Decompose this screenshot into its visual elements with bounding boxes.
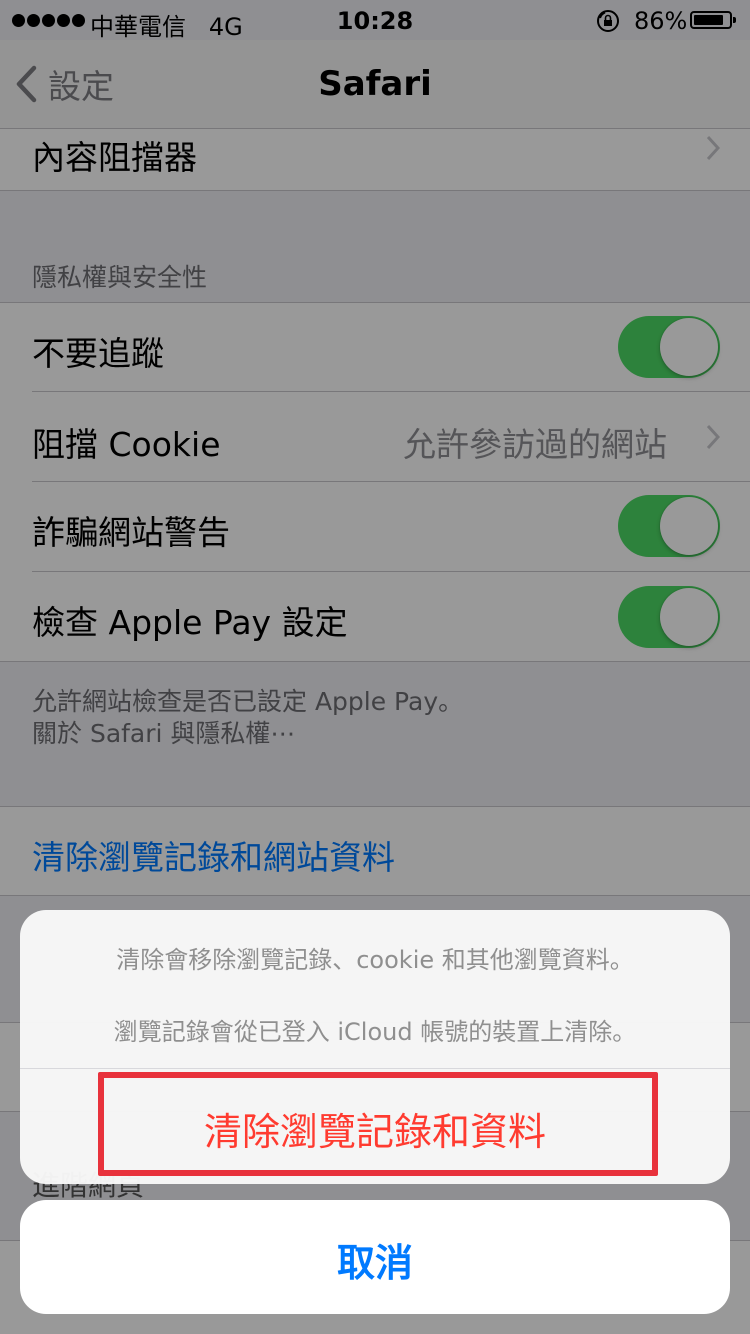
action-sheet-message-line1: 清除會移除瀏覽記錄、cookie 和其他瀏覽資料。: [116, 946, 634, 974]
highlight-box: [98, 1072, 658, 1176]
action-sheet-message-line2: 瀏覽記錄會從已登入 iCloud 帳號的裝置上清除。: [113, 1018, 637, 1046]
cancel-label: 取消: [336, 1241, 413, 1285]
cancel-button[interactable]: 取消: [20, 1200, 730, 1314]
